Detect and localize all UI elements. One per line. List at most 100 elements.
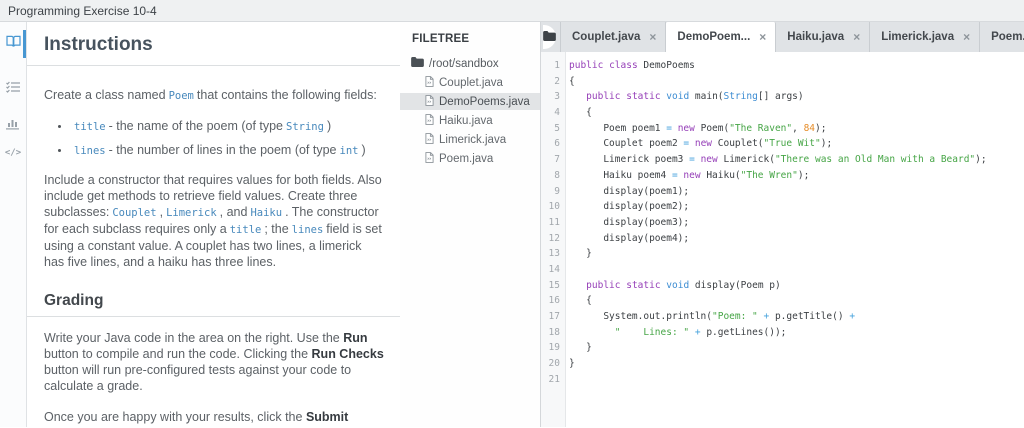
code-line[interactable]: 12 display(poem4); (541, 231, 1024, 247)
close-tab-icon[interactable]: × (649, 31, 656, 43)
code-text: Poem poem1 = new Poem("The Raven", 84); (569, 122, 827, 134)
code-line[interactable]: 1 public class DemoPoems (541, 58, 1024, 74)
close-tab-icon[interactable]: × (759, 31, 766, 43)
line-number: 17 (548, 311, 560, 322)
line-number: 16 (548, 295, 560, 307)
line-number: 14 (548, 263, 560, 275)
file-name: Couplet.java (439, 76, 503, 89)
inline-code: String (286, 121, 324, 133)
grading-paragraph-2: Once you are happy with your results, cl… (44, 410, 349, 427)
sidebar-item-code[interactable]: </> (5, 145, 21, 161)
tab-label: Haiku.java (787, 31, 845, 43)
file-item[interactable]: Couplet.java (400, 74, 540, 91)
editor-panel: Couplet.java × DemoPoem... × Haiku.java × Lime… (541, 22, 1024, 427)
checklist-icon (6, 81, 20, 93)
code-text: display(poem4); (569, 232, 690, 244)
code-text: { (569, 295, 592, 307)
line-number: 8 (554, 169, 560, 181)
filetree-files: Couplet.java DemoPoems.java Haiku.java Lime… (400, 74, 540, 167)
close-tab-icon[interactable]: × (963, 31, 970, 43)
inline-code: Haiku (250, 207, 283, 219)
tab-strip: Couplet.java × DemoPoem... × Haiku.java × Lime… (560, 22, 1024, 52)
code-line[interactable]: 2{ (541, 74, 1024, 90)
sidebar-item-checks[interactable] (5, 79, 21, 95)
book-icon (5, 35, 21, 48)
code-editor[interactable]: 1 public class DemoPoems 2{3 public static… (541, 52, 1024, 427)
code-line[interactable]: 13 } (541, 246, 1024, 262)
bar-chart-icon (6, 117, 20, 130)
code-text: { (569, 75, 575, 87)
file-list-tab[interactable] (543, 25, 556, 49)
code-line[interactable]: 9 display(poem1); (541, 184, 1024, 200)
line-number: 5 (554, 122, 560, 134)
code-line[interactable]: 4 { (541, 105, 1024, 121)
line-number: 11 (548, 216, 560, 228)
file-item[interactable]: Poem.java (400, 150, 540, 167)
code-line[interactable]: 19 } (541, 340, 1024, 356)
file-item[interactable]: Limerick.java (400, 131, 540, 148)
editor-tab-bar: Couplet.java × DemoPoem... × Haiku.java × Lime… (541, 22, 1024, 52)
field-bullet: title- the name of the poem (of typeStri… (71, 118, 384, 135)
sidebar-item-grades[interactable] (5, 115, 21, 131)
sidebar-item-instructions[interactable] (5, 33, 21, 49)
editor-tab[interactable]: Poem.java× (980, 22, 1024, 52)
code-line[interactable]: 14 (541, 262, 1024, 278)
line-number: 13 (548, 248, 560, 260)
code-line[interactable]: 18 " Lines: " + p.getLines()); (541, 325, 1024, 341)
code-line[interactable]: 15 public static void display(Poem p) (541, 278, 1024, 294)
line-number: 15 (548, 279, 560, 291)
file-name: DemoPoems.java (439, 95, 530, 108)
code-text: } (569, 342, 592, 354)
root-folder-label: /root/sandbox (429, 57, 499, 70)
active-tab-indicator (23, 30, 26, 58)
line-number: 18 (548, 326, 560, 338)
bold-text: Submit (305, 410, 349, 424)
file-item[interactable]: Haiku.java (400, 112, 540, 129)
file-item[interactable]: DemoPoems.java (400, 93, 540, 110)
file-icon (425, 132, 434, 147)
code-line[interactable]: 20} (541, 356, 1024, 372)
code-line[interactable]: 7 Limerick poem3 = new Limerick("There w… (541, 152, 1024, 168)
editor-tab[interactable]: DemoPoem... × (666, 22, 777, 52)
code-text: Limerick poem3 = new Limerick("There was… (569, 154, 987, 166)
code-line[interactable]: 10 display(poem2); (541, 199, 1024, 215)
tab-label: DemoPoem... (677, 31, 751, 43)
grading-paragraph-1: Write your Java code in the area on the … (44, 331, 384, 393)
line-number: 9 (554, 185, 560, 197)
inline-code: title (229, 224, 262, 236)
file-icon (425, 75, 434, 90)
tab-label: Poem.java (991, 31, 1024, 43)
fields-list: title- the name of the poem (of typeStri… (44, 118, 384, 159)
code-text: display(poem1); (569, 185, 690, 197)
code-line[interactable]: 17 System.out.println("Poem: " + p.getTi… (541, 309, 1024, 325)
editor-tab[interactable]: Haiku.java × (776, 22, 871, 52)
bold-text: Run Checks (311, 347, 384, 361)
file-icon (425, 113, 434, 128)
code-line[interactable]: 21 (541, 372, 1024, 388)
filetree-root-folder[interactable]: /root/sandbox (400, 55, 540, 72)
editor-tab[interactable]: Couplet.java × (560, 22, 667, 52)
code-line[interactable]: 16 { (541, 293, 1024, 309)
code-text: public class DemoPoems (569, 60, 695, 71)
line-number: 12 (548, 232, 560, 244)
code-icon: </> (4, 148, 22, 158)
line-number: 3 (554, 91, 560, 103)
code-line[interactable]: 6 Couplet poem2 = new Couplet("True Wit"… (541, 136, 1024, 152)
code-text: public static void main(String[] args) (586, 91, 804, 103)
code-lines: 1 public class DemoPoems 2{3 public static… (541, 58, 1024, 387)
code-text: { (569, 107, 592, 119)
code-line[interactable]: 11 display(poem3); (541, 215, 1024, 231)
line-number: 6 (554, 138, 560, 150)
folder-icon (411, 57, 424, 70)
tab-label: Limerick.java (881, 31, 955, 43)
code-line[interactable]: 3 public static void main(String[] args) (541, 89, 1024, 105)
code-text: Couplet poem2 = new Couplet("True Wit"); (569, 138, 833, 150)
close-tab-icon[interactable]: × (853, 31, 860, 43)
code-line[interactable]: 8 Haiku poem4 = new Haiku("The Wren"); (541, 168, 1024, 184)
intro-paragraph: Create a class named Poem that contains th… (44, 88, 377, 102)
exercise-title-bar: Programming Exercise 10-4 (0, 0, 1024, 22)
editor-tab[interactable]: Limerick.java × (870, 22, 981, 52)
app-window: Programming Exercise 10-4 </> Instructio… (0, 0, 1024, 428)
code-line[interactable]: 5 Poem poem1 = new Poem("The Raven", 84)… (541, 121, 1024, 137)
